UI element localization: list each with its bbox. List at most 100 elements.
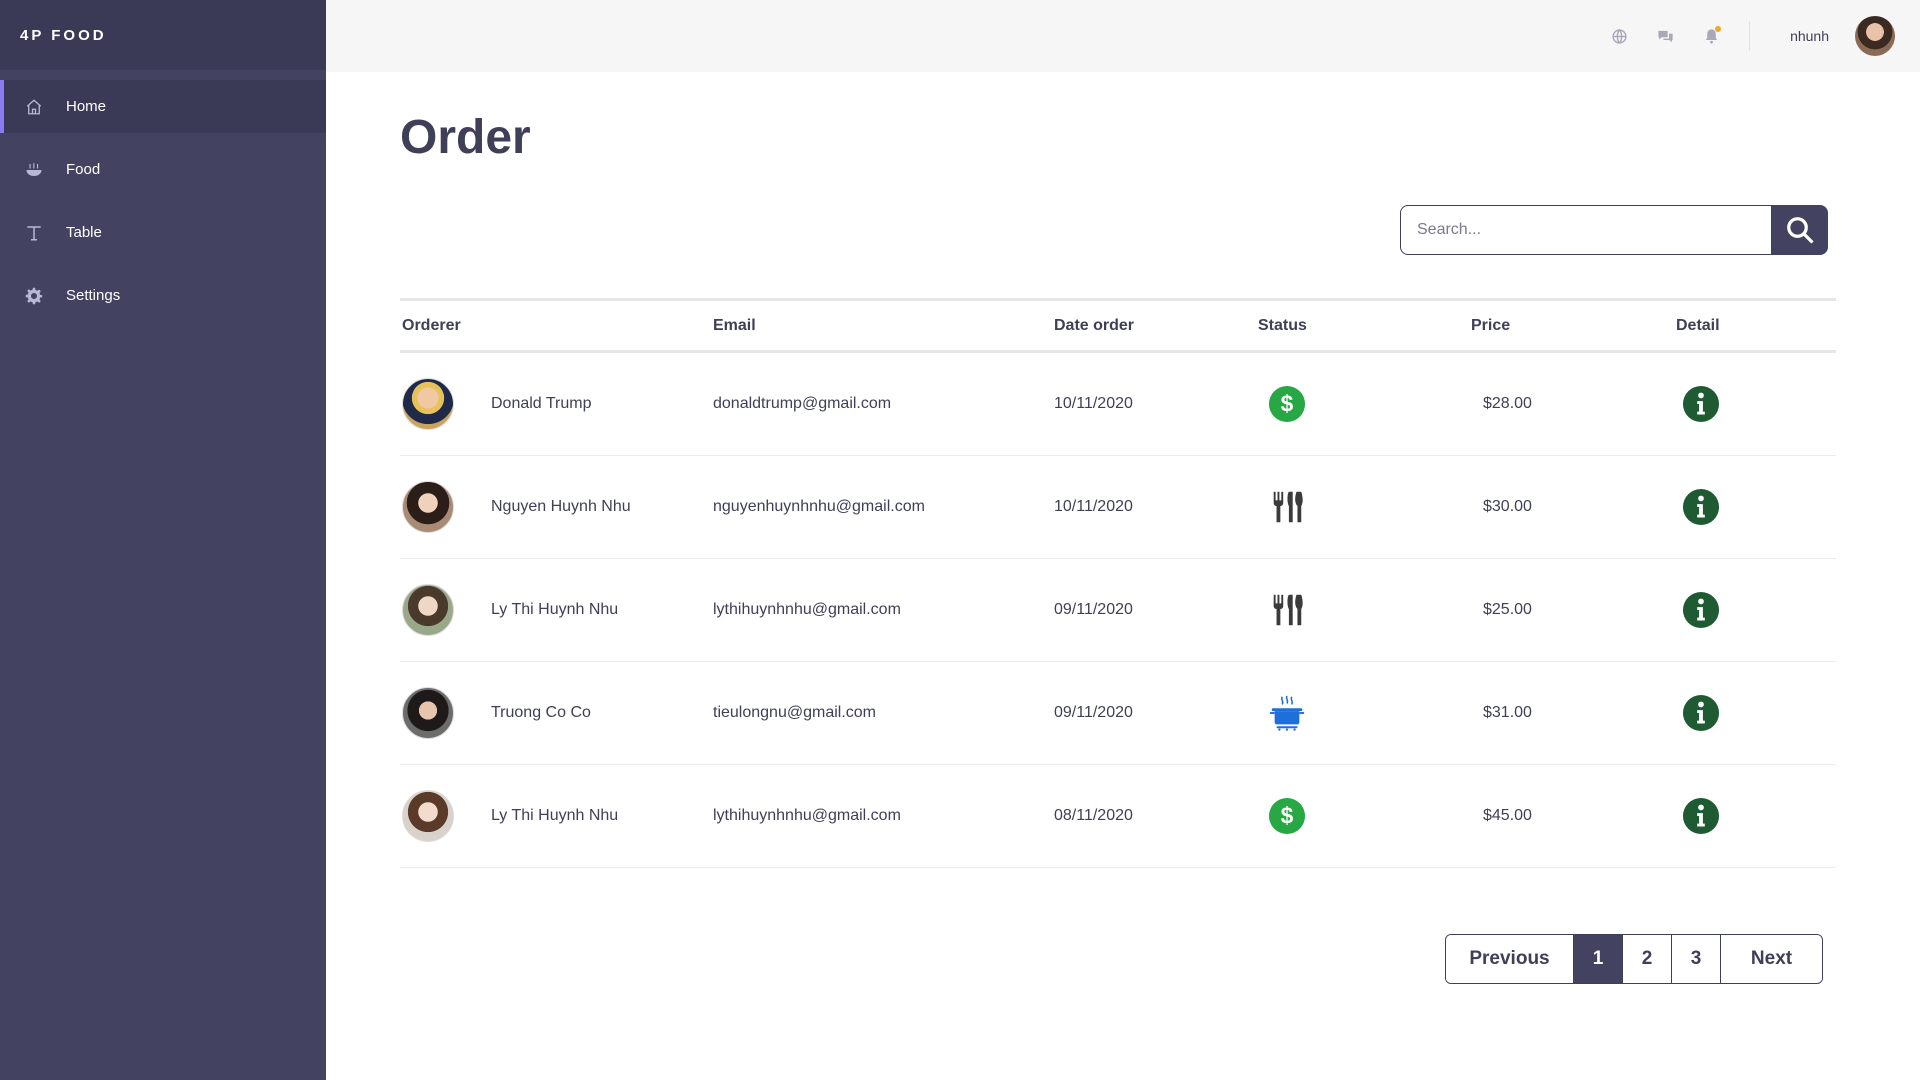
brand-logo[interactable]: 4P FOOD	[0, 0, 326, 70]
detail-cell	[1676, 591, 1836, 629]
info-icon[interactable]	[1682, 488, 1720, 526]
top-bar: nhunh	[326, 0, 1920, 72]
search-input[interactable]	[1400, 205, 1772, 255]
column-header-date[interactable]: Date order	[1054, 317, 1258, 335]
page-3-button[interactable]: 3	[1671, 935, 1720, 983]
orderer-cell: Donald Trump	[400, 378, 713, 430]
table-header: Orderer Email Date order Status Price De…	[400, 301, 1836, 353]
chat-icon[interactable]	[1655, 26, 1675, 46]
user-avatar[interactable]	[1855, 16, 1895, 56]
email-cell: donaldtrump@gmail.com	[713, 395, 892, 412]
sidebar-item-food[interactable]: Food	[0, 143, 326, 196]
search-bar	[1400, 205, 1828, 255]
column-header-status[interactable]: Status	[1258, 317, 1471, 335]
main-content: Order Orderer Email Date order Status Pr…	[326, 72, 1920, 1080]
sidebar-item-settings[interactable]: Settings	[0, 269, 326, 322]
table-icon	[24, 223, 44, 243]
status-cell: $	[1258, 797, 1471, 835]
avatar	[402, 687, 454, 739]
email-cell: lythihuynhnhu@gmail.com	[713, 601, 901, 618]
info-icon[interactable]	[1682, 694, 1720, 732]
page-title: Order	[400, 111, 531, 164]
orderer-name: Ly Thi Huynh Nhu	[491, 807, 619, 824]
globe-icon[interactable]	[1609, 26, 1629, 46]
cooking-pot-icon	[1268, 694, 1306, 732]
sidebar-item-label: Table	[66, 224, 102, 241]
search-icon	[1787, 217, 1814, 244]
table-row: Nguyen Huynh Nhu nguyenhuynhnhu@gmail.co…	[400, 456, 1836, 559]
dollar-icon: $	[1268, 385, 1306, 423]
detail-cell	[1676, 385, 1836, 423]
orderer-cell: Ly Thi Huynh Nhu	[400, 584, 713, 636]
page-1-button[interactable]: 1	[1573, 935, 1622, 983]
avatar	[402, 481, 454, 533]
pagination: Previous 1 2 3 Next	[1445, 934, 1823, 984]
status-cell: $	[1258, 385, 1471, 423]
orderer-name: Nguyen Huynh Nhu	[491, 498, 631, 515]
date-cell: 09/11/2020	[1054, 601, 1133, 618]
orderer-cell: Nguyen Huynh Nhu	[400, 481, 713, 533]
date-cell: 08/11/2020	[1054, 807, 1133, 824]
dollar-icon: $	[1268, 797, 1306, 835]
price-cell: $30.00	[1483, 498, 1532, 515]
notification-dot	[1715, 26, 1722, 32]
column-header-email[interactable]: Email	[713, 317, 1054, 335]
date-cell: 10/11/2020	[1054, 395, 1133, 412]
sidebar-item-label: Settings	[66, 287, 121, 304]
status-cell	[1258, 591, 1471, 629]
sidebar-nav: Home Food Table Settings	[0, 80, 326, 322]
status-cell	[1258, 488, 1471, 526]
column-header-detail[interactable]: Detail	[1676, 317, 1836, 335]
utensils-icon	[1268, 591, 1306, 629]
column-header-price[interactable]: Price	[1471, 317, 1676, 335]
orderer-cell: Truong Co Co	[400, 687, 713, 739]
bell-icon[interactable]	[1701, 26, 1722, 46]
table-row: Donald Trump donaldtrump@gmail.com 10/11…	[400, 353, 1836, 456]
info-icon[interactable]	[1682, 797, 1720, 835]
sidebar: 4P FOOD Home Food Table Settings	[0, 0, 326, 1080]
divider	[1749, 21, 1751, 51]
sidebar-item-label: Home	[66, 98, 107, 115]
orderer-cell: Ly Thi Huynh Nhu	[400, 790, 713, 842]
info-icon[interactable]	[1682, 385, 1720, 423]
sidebar-item-table[interactable]: Table	[0, 206, 326, 259]
svg-text:$: $	[1281, 391, 1294, 417]
column-header-orderer[interactable]: Orderer	[400, 317, 713, 335]
status-cell	[1258, 694, 1471, 732]
detail-cell	[1676, 694, 1836, 732]
next-page-button[interactable]: Next	[1720, 935, 1822, 983]
date-cell: 10/11/2020	[1054, 498, 1133, 515]
utensils-icon	[1268, 488, 1306, 526]
sidebar-item-label: Food	[66, 161, 101, 178]
price-cell: $31.00	[1483, 704, 1532, 721]
avatar	[402, 378, 454, 430]
home-icon	[24, 97, 44, 117]
table-row: Ly Thi Huynh Nhu lythihuynhnhu@gmail.com…	[400, 765, 1836, 868]
gear-icon	[24, 286, 44, 306]
email-cell: lythihuynhnhu@gmail.com	[713, 807, 901, 824]
username[interactable]: nhunh	[1790, 28, 1829, 44]
email-cell: tieulongnu@gmail.com	[713, 704, 876, 721]
info-icon[interactable]	[1682, 591, 1720, 629]
detail-cell	[1676, 797, 1836, 835]
date-cell: 09/11/2020	[1054, 704, 1133, 721]
detail-cell	[1676, 488, 1836, 526]
orders-table: Orderer Email Date order Status Price De…	[400, 298, 1836, 868]
avatar	[402, 584, 454, 636]
price-cell: $25.00	[1483, 601, 1532, 618]
table-row: Truong Co Co tieulongnu@gmail.com 09/11/…	[400, 662, 1836, 765]
previous-page-button[interactable]: Previous	[1446, 935, 1573, 983]
orderer-name: Donald Trump	[491, 395, 592, 412]
price-cell: $45.00	[1483, 807, 1532, 824]
svg-text:$: $	[1281, 803, 1294, 829]
price-cell: $28.00	[1483, 395, 1532, 412]
bowl-icon	[24, 160, 44, 180]
sidebar-item-home[interactable]: Home	[0, 80, 326, 133]
page-2-button[interactable]: 2	[1622, 935, 1671, 983]
orderer-name: Truong Co Co	[491, 704, 591, 721]
table-row: Ly Thi Huynh Nhu lythihuynhnhu@gmail.com…	[400, 559, 1836, 662]
email-cell: nguyenhuynhnhu@gmail.com	[713, 498, 925, 515]
search-button[interactable]	[1772, 205, 1828, 255]
orderer-name: Ly Thi Huynh Nhu	[491, 601, 619, 618]
avatar	[402, 790, 454, 842]
